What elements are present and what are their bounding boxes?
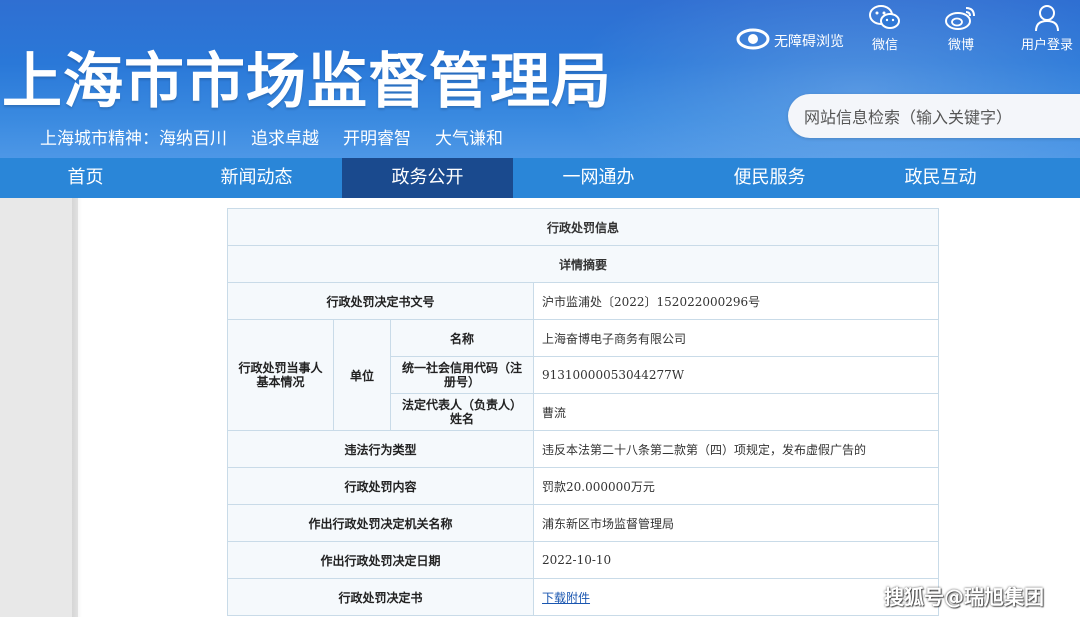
document-cell: 下载附件 <box>532 578 940 616</box>
search-input[interactable] <box>788 94 1080 140</box>
wechat-icon <box>850 4 920 32</box>
user-login-label: 用户登录 <box>1020 38 1073 53</box>
city-slogan: 上海城市精神：海纳百川 追求卓越 开明睿智 大气谦和 <box>40 124 503 149</box>
left-margin-shadow <box>72 198 82 617</box>
user-icon <box>1012 4 1080 32</box>
penalty-label: 行政处罚内容 <box>227 467 534 505</box>
watermark: 搜狐号@瑞旭集团 <box>884 585 1044 609</box>
decision-no-value: 沪市监浦处〔2022〕152022000296号 <box>532 282 940 320</box>
nav-item-interaction[interactable]: 政民互动 <box>855 158 1026 198</box>
penalty-info-table: 行政处罚信息 详情摘要 行政处罚决定书文号 沪市监浦处〔2022〕1520220… <box>226 208 940 616</box>
decision-no-label: 行政处罚决定书文号 <box>227 282 534 320</box>
site-header: 上海市市场监督管理局 上海城市精神：海纳百川 追求卓越 开明睿智 大气谦和 无障… <box>0 0 1080 158</box>
date-value: 2022-10-10 <box>532 541 940 579</box>
wechat-label: 微信 <box>871 38 898 53</box>
credit-code-value: 91310000053044277W <box>532 356 940 394</box>
nav-item-news[interactable]: 新闻动态 <box>171 158 342 198</box>
nav-item-online-services[interactable]: 一网通办 <box>513 158 684 198</box>
credit-code-label: 统一社会信用代码（注册号） <box>390 356 534 394</box>
slogan-part: 开明睿智 <box>343 129 411 149</box>
user-login-button[interactable]: 用户登录 <box>1012 4 1080 53</box>
table-title: 行政处罚信息 <box>226 208 940 246</box>
slogan-part: 追求卓越 <box>251 129 319 149</box>
site-title[interactable]: 上海市市场监督管理局 <box>2 46 612 118</box>
violation-label: 违法行为类型 <box>227 430 534 468</box>
name-value: 上海奋博电子商务有限公司 <box>532 319 940 357</box>
violation-value: 违反本法第二十八条第二款第（四）项规定，发布虚假广告的 <box>532 430 940 468</box>
slogan-part: 大气谦和 <box>435 129 503 149</box>
download-attachment-link[interactable]: 下载附件 <box>542 591 590 605</box>
nav-item-home[interactable]: 首页 <box>0 158 171 198</box>
accessibility-button[interactable]: 无障碍浏览 <box>736 28 844 54</box>
nav-item-public-services[interactable]: 便民服务 <box>684 158 855 198</box>
date-label: 作出行政处罚决定日期 <box>227 541 534 579</box>
legal-rep-label: 法定代表人（负责人）姓名 <box>390 393 534 431</box>
accessibility-label: 无障碍浏览 <box>774 34 844 50</box>
authority-value: 浦东新区市场监督管理局 <box>532 504 940 542</box>
site-search[interactable] <box>788 94 1080 140</box>
name-label: 名称 <box>390 319 534 357</box>
unit-label: 单位 <box>333 319 391 431</box>
eye-icon <box>736 28 770 54</box>
slogan-part: 上海城市精神：海纳百川 <box>40 129 227 149</box>
main-nav: 首页 新闻动态 政务公开 一网通办 便民服务 政民互动 专题 <box>0 158 1080 198</box>
nav-item-government-affairs[interactable]: 政务公开 <box>342 158 513 198</box>
legal-rep-value: 曹流 <box>532 393 940 431</box>
weibo-button[interactable]: 微博 <box>926 4 996 53</box>
wechat-button[interactable]: 微信 <box>850 4 920 53</box>
nav-item-topics[interactable]: 专题 <box>1026 158 1080 198</box>
weibo-label: 微博 <box>947 38 974 53</box>
document-label: 行政处罚决定书 <box>227 578 534 616</box>
table-subtitle: 详情摘要 <box>226 245 940 283</box>
penalty-value: 罚款20.000000万元 <box>532 467 940 505</box>
party-info-label: 行政处罚当事人基本情况 <box>227 319 334 431</box>
weibo-icon <box>926 4 996 32</box>
authority-label: 作出行政处罚决定机关名称 <box>227 504 534 542</box>
left-margin <box>0 198 78 617</box>
